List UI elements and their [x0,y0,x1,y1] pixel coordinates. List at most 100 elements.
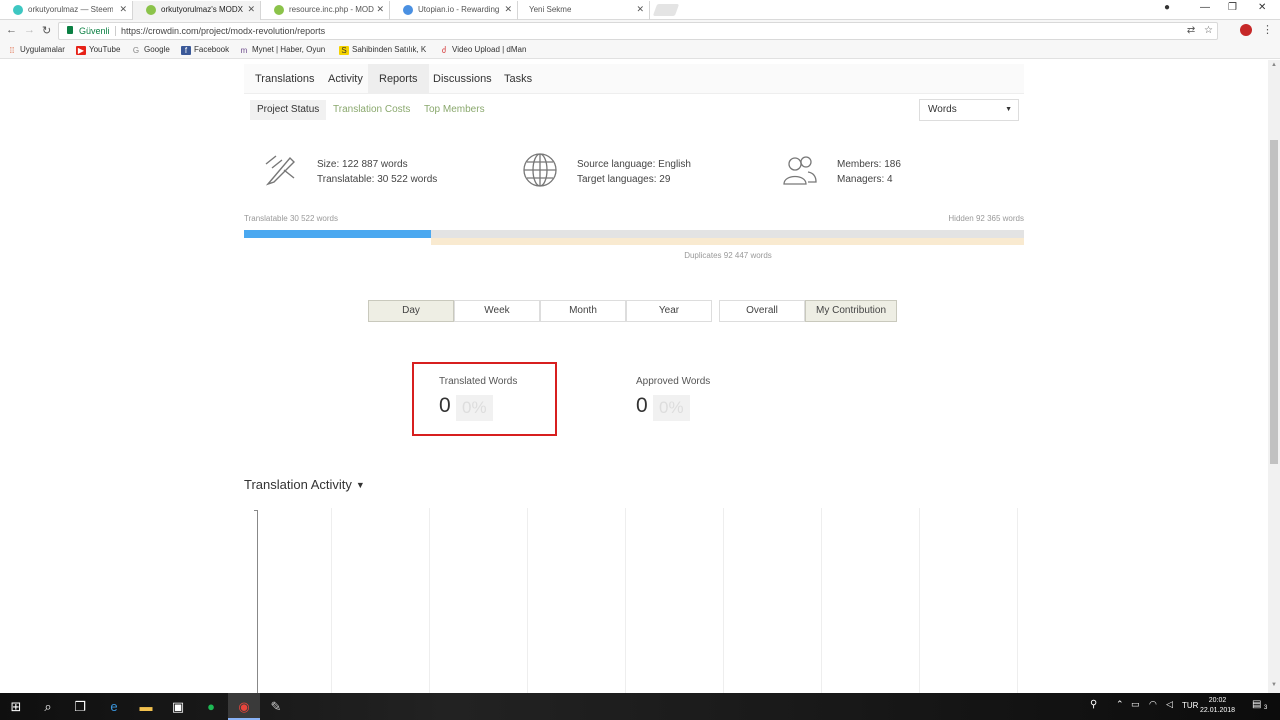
back-icon[interactable]: ← [6,24,17,36]
notification-icon[interactable]: ▤ [1252,699,1261,710]
restore-icon[interactable]: ❐ [1228,2,1237,13]
chart-gridline [723,508,724,693]
chart-gridline [1017,508,1018,693]
google-icon: G [132,46,140,55]
unit-select[interactable]: Words ▼ [919,99,1019,121]
period-month-button[interactable]: Month [540,300,626,322]
search-icon[interactable]: ⌕ [40,699,56,715]
close-tab-icon[interactable]: ✕ [636,4,644,15]
translation-activity-toggle[interactable]: Translation Activity ▼ [244,477,365,492]
scroll-thumb[interactable] [1270,140,1278,464]
bookmark-google[interactable]: G Google [131,45,170,55]
windows-taskbar: ⊞ ⌕ ❐ e ▬ ▣ ● ◉ ✎ ⚲ ⌃ ▭ ◠ ◁ TUR 20:02 22… [0,693,1280,720]
notification-count: 3 [1264,705,1268,711]
bookmarks-bar: ⁞⁞ Uygulamalar ▶ YouTube G Google f Facebook… [0,42,1280,59]
bookmark-star-icon[interactable]: ☆ [1204,25,1213,36]
bookmark-label: Sahibinden Satılık, K [352,45,427,54]
caliper-icon [265,155,295,186]
period-year-button[interactable]: Year [626,300,712,322]
nav-translations[interactable]: Translations [244,64,326,94]
tab-project-status[interactable]: Project Status [250,100,327,120]
browser-tab[interactable]: Utopian.io - Rewarding ✕ [390,1,518,20]
app-icon[interactable]: ✎ [268,699,284,715]
size-label: Size: 122 887 words [317,159,408,170]
volume-icon[interactable]: ◁ [1166,699,1173,710]
chart-gridline [625,508,626,693]
approved-words-title: Approved Words [636,376,711,387]
spotify-icon[interactable]: ● [203,699,219,715]
file-explorer-icon[interactable]: ▬ [138,699,154,715]
browser-menu-icon[interactable]: ⋮ [1262,23,1273,36]
chart-gridline [821,508,822,693]
clock-date: 22.01.2018 [1200,707,1236,714]
browser-tab[interactable]: resource.inc.php - MODX ✕ [261,1,390,20]
browser-tab[interactable]: Yeni Sekme ✕ [518,1,650,20]
nav-tasks[interactable]: Tasks [493,64,543,94]
bookmark-sahibinden[interactable]: S Sahibinden Satılık, K [339,45,426,55]
close-tab-icon[interactable]: ✕ [119,4,127,15]
bookmark-label: YouTube [89,45,121,54]
scope-my-contribution-button[interactable]: My Contribution [805,300,897,322]
translation-activity-title: Translation Activity [244,477,352,492]
window-close-icon[interactable]: ✕ [1258,2,1266,13]
new-tab-button[interactable] [652,4,680,16]
scroll-down-icon[interactable]: ▼ [1271,682,1277,688]
nav-reports[interactable]: Reports [368,64,429,94]
wifi-icon[interactable]: ◠ [1149,699,1157,710]
forward-icon[interactable]: → [24,24,35,36]
minimize-icon[interactable]: — [1200,2,1210,13]
tab-top-members[interactable]: Top Members [417,100,492,120]
people-icon[interactable]: ⚲ [1090,699,1097,710]
url-text[interactable]: https://crowdin.com/project/modx-revolut… [121,23,325,39]
chart-y-axis [257,510,258,693]
translate-icon[interactable]: ⇄ [1187,25,1195,36]
sahibinden-icon: S [339,46,349,55]
close-tab-icon[interactable]: ✕ [504,4,512,15]
page-scrollbar[interactable]: ▲ ▼ [1268,60,1280,693]
extension-icon[interactable] [1240,24,1252,36]
scroll-up-icon[interactable]: ▲ [1271,62,1277,68]
tab-translation-costs[interactable]: Translation Costs [326,100,417,120]
bookmark-mynet[interactable]: m Mynet | Haber, Oyun [239,45,326,55]
close-tab-icon[interactable]: ✕ [376,4,384,15]
source-language-label: Source language: English [577,159,691,170]
chrome-icon[interactable]: ◉ [236,699,252,715]
bookmark-facebook[interactable]: f Facebook [181,45,229,55]
scope-overall-button[interactable]: Overall [719,300,805,322]
bookmark-label: Facebook [194,45,230,54]
tab-title: Utopian.io - Rewarding [418,5,500,14]
period-week-button[interactable]: Week [454,300,540,322]
bookmark-dmania[interactable]: ძ Video Upload | dMan [439,45,527,55]
words-progress-bar [244,230,1024,238]
duplicates-bar [431,238,1024,245]
bookmark-youtube[interactable]: ▶ YouTube [76,45,120,55]
nav-activity[interactable]: Activity [317,64,374,94]
stat-text: Source language: English Target language… [577,157,691,187]
profile-icon[interactable]: ● [1164,2,1170,13]
input-language[interactable]: TUR [1182,701,1198,710]
youtube-icon: ▶ [76,46,86,55]
nav-discussions[interactable]: Discussions [422,64,503,94]
browser-tab[interactable]: orkutyorulmaz — Steem ✕ [0,1,133,20]
stat-text: Size: 122 887 words Translatable: 30 522… [317,157,437,187]
tab-title: resource.inc.php - MODX [289,5,374,14]
bookmark-apps[interactable]: ⁞⁞ Uygulamalar [7,45,65,55]
browser-tab-active[interactable]: orkutyorulmaz's MODX ✕ [133,1,261,20]
task-view-icon[interactable]: ❐ [72,699,88,715]
system-clock[interactable]: 20:02 22.01.2018 [1200,696,1235,716]
windows-start-icon[interactable]: ⊞ [8,699,24,715]
approved-words-percent: 0% [653,395,690,421]
bookmark-label: Uygulamalar [20,45,65,54]
url-bar[interactable]: Güvenli https://crowdin.com/project/modx… [58,22,1218,40]
users-icon [783,156,817,185]
tray-expand-icon[interactable]: ⌃ [1116,699,1124,710]
edge-icon[interactable]: e [106,699,122,715]
battery-icon[interactable]: ▭ [1131,699,1140,710]
caret-down-icon: ▼ [1005,106,1012,113]
store-icon[interactable]: ▣ [170,699,186,715]
tab-title: orkutyorulmaz's MODX [161,5,243,14]
reload-icon[interactable]: ↻ [42,24,51,37]
translatable-words-label: Translatable 30 522 words [244,214,338,223]
period-day-button[interactable]: Day [368,300,454,322]
close-tab-icon[interactable]: ✕ [247,4,255,15]
